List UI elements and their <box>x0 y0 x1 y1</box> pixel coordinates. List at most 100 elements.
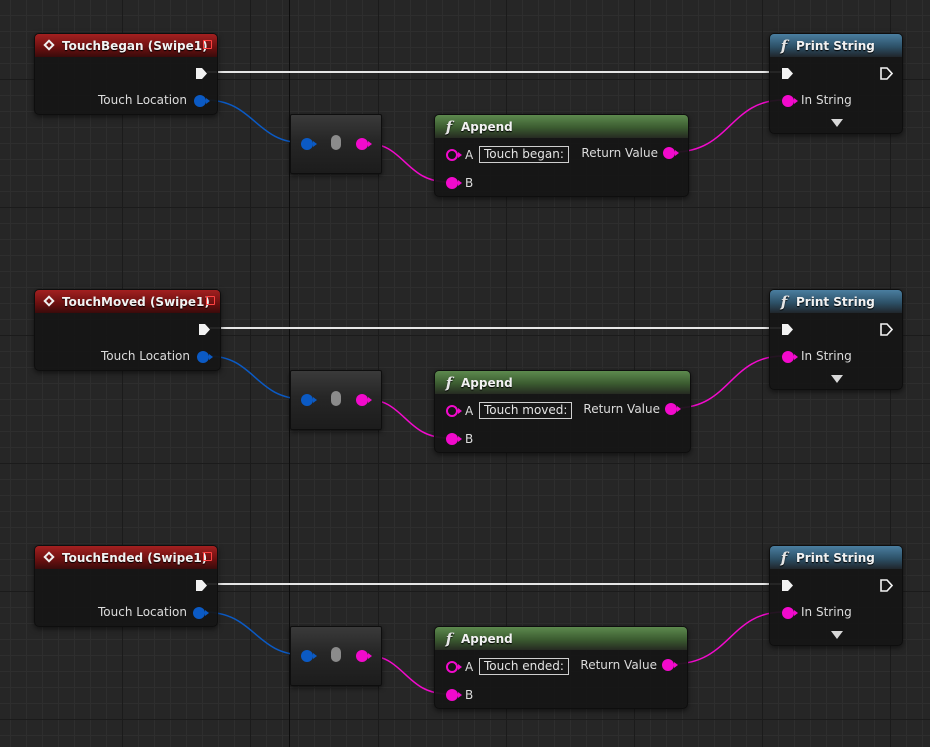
conversion-node[interactable] <box>290 370 382 430</box>
expand-arrow-icon[interactable] <box>831 375 843 383</box>
string-pin-icon <box>356 650 368 662</box>
print-string-node[interactable]: f Print String In String <box>769 545 903 646</box>
append-pin-a[interactable] <box>446 661 462 673</box>
touch-location-label: Touch Location <box>97 605 187 619</box>
pin-b-label: B <box>465 432 474 446</box>
append-pin-a[interactable] <box>446 149 462 161</box>
exec-out-pin[interactable] <box>880 323 893 336</box>
print-string-node[interactable]: f Print String In String <box>769 33 903 134</box>
string-pin-icon <box>446 433 458 445</box>
append-node[interactable]: f Append A Touch began: B Return Value <box>434 114 689 197</box>
append-pin-b[interactable] <box>446 177 462 189</box>
append-node[interactable]: f Append A Touch moved: B Return Value <box>434 370 691 453</box>
return-value-pin[interactable] <box>662 659 678 671</box>
append-node-header[interactable]: f Append <box>435 371 690 394</box>
exec-in-pin[interactable] <box>781 323 794 336</box>
exec-out-pin[interactable] <box>880 67 893 80</box>
event-node-touch-ended[interactable]: TouchEnded (Swipe1) Touch Location <box>34 545 218 627</box>
print-string-header[interactable]: f Print String <box>770 290 902 313</box>
return-value-label: Return Value <box>580 658 657 672</box>
return-value-pin[interactable] <box>663 147 679 159</box>
string-wire[interactable] <box>672 611 784 665</box>
touch-location-pin[interactable] <box>194 95 210 107</box>
pin-a-text-field[interactable]: Touch moved: <box>479 402 573 419</box>
exec-arrow-icon <box>199 324 210 335</box>
function-f-icon: f <box>445 629 453 648</box>
append-node[interactable]: f Append A Touch ended: B Return Value <box>434 626 688 709</box>
string-pin-icon <box>662 659 674 671</box>
in-string-label: In String <box>801 605 852 619</box>
conversion-node[interactable] <box>290 626 382 686</box>
print-string-header[interactable]: f Print String <box>770 34 902 57</box>
vector-pin-icon <box>197 351 209 363</box>
string-pin-icon <box>782 351 794 363</box>
expand-arrow-icon[interactable] <box>831 631 843 639</box>
event-diamond-icon <box>43 295 57 309</box>
append-pin-b[interactable] <box>446 689 462 701</box>
event-diamond-icon <box>43 39 57 53</box>
append-node-title: Append <box>461 119 513 134</box>
touch-location-pin[interactable] <box>193 607 209 619</box>
event-node-touch-began[interactable]: TouchBegan (Swipe1) Touch Location <box>34 33 218 115</box>
conversion-output-pin[interactable] <box>356 650 372 662</box>
pin-b-label: B <box>465 688 474 702</box>
print-string-title: Print String <box>796 550 875 565</box>
close-square-icon[interactable] <box>203 552 212 561</box>
append-node-header[interactable]: f Append <box>435 115 688 138</box>
string-pin-icon <box>446 177 458 189</box>
string-wire[interactable] <box>673 99 784 153</box>
conversion-output-pin[interactable] <box>356 394 372 406</box>
string-pin-icon <box>663 147 675 159</box>
return-value-pin[interactable] <box>665 403 681 415</box>
event-node-header[interactable]: TouchMoved (Swipe1) <box>35 290 220 313</box>
exec-in-pin[interactable] <box>781 67 794 80</box>
append-node-header[interactable]: f Append <box>435 627 687 650</box>
conversion-knob <box>331 391 341 406</box>
pin-a-text-field[interactable]: Touch began: <box>479 146 569 163</box>
conversion-input-pin[interactable] <box>301 394 317 406</box>
conversion-input-pin[interactable] <box>301 138 317 150</box>
event-node-header[interactable]: TouchEnded (Swipe1) <box>35 546 217 569</box>
exec-in-pin[interactable] <box>781 579 794 592</box>
exec-out-pin[interactable] <box>195 579 208 592</box>
in-string-pin[interactable] <box>782 607 798 619</box>
event-node-header[interactable]: TouchBegan (Swipe1) <box>35 34 217 57</box>
exec-arrow-icon <box>196 580 207 591</box>
print-string-node[interactable]: f Print String In String <box>769 289 903 390</box>
conversion-input-pin[interactable] <box>301 650 317 662</box>
exec-out-pin[interactable] <box>880 579 893 592</box>
close-square-icon[interactable] <box>206 296 215 305</box>
string-pin-icon <box>356 394 368 406</box>
exec-arrow-icon <box>880 323 893 336</box>
touch-location-pin[interactable] <box>197 351 213 363</box>
in-string-label: In String <box>801 349 852 363</box>
append-node-title: Append <box>461 375 513 390</box>
append-pin-a[interactable] <box>446 405 462 417</box>
event-node-touch-moved[interactable]: TouchMoved (Swipe1) Touch Location <box>34 289 221 371</box>
conversion-output-pin[interactable] <box>356 138 372 150</box>
in-string-pin[interactable] <box>782 95 798 107</box>
exec-out-pin[interactable] <box>198 323 211 336</box>
event-node-title: TouchMoved (Swipe1) <box>62 294 210 309</box>
return-value-label: Return Value <box>581 146 658 160</box>
vector-pin-icon <box>193 607 205 619</box>
in-string-pin[interactable] <box>782 351 798 363</box>
string-pin-icon <box>446 661 458 673</box>
exec-out-pin[interactable] <box>195 67 208 80</box>
function-f-icon: f <box>780 292 788 311</box>
pin-a-text-field[interactable]: Touch ended: <box>479 658 569 675</box>
function-f-icon: f <box>445 373 453 392</box>
exec-arrow-icon <box>880 579 893 592</box>
string-pin-icon <box>782 95 794 107</box>
exec-arrow-icon <box>196 68 207 79</box>
append-pin-b[interactable] <box>446 433 462 445</box>
append-node-title: Append <box>461 631 513 646</box>
string-pin-icon <box>446 405 458 417</box>
conversion-knob <box>331 135 341 150</box>
expand-arrow-icon[interactable] <box>831 119 843 127</box>
print-string-header[interactable]: f Print String <box>770 546 902 569</box>
event-node-title: TouchEnded (Swipe1) <box>62 550 208 565</box>
conversion-node[interactable] <box>290 114 382 174</box>
close-square-icon[interactable] <box>203 40 212 49</box>
string-wire[interactable] <box>675 355 784 409</box>
